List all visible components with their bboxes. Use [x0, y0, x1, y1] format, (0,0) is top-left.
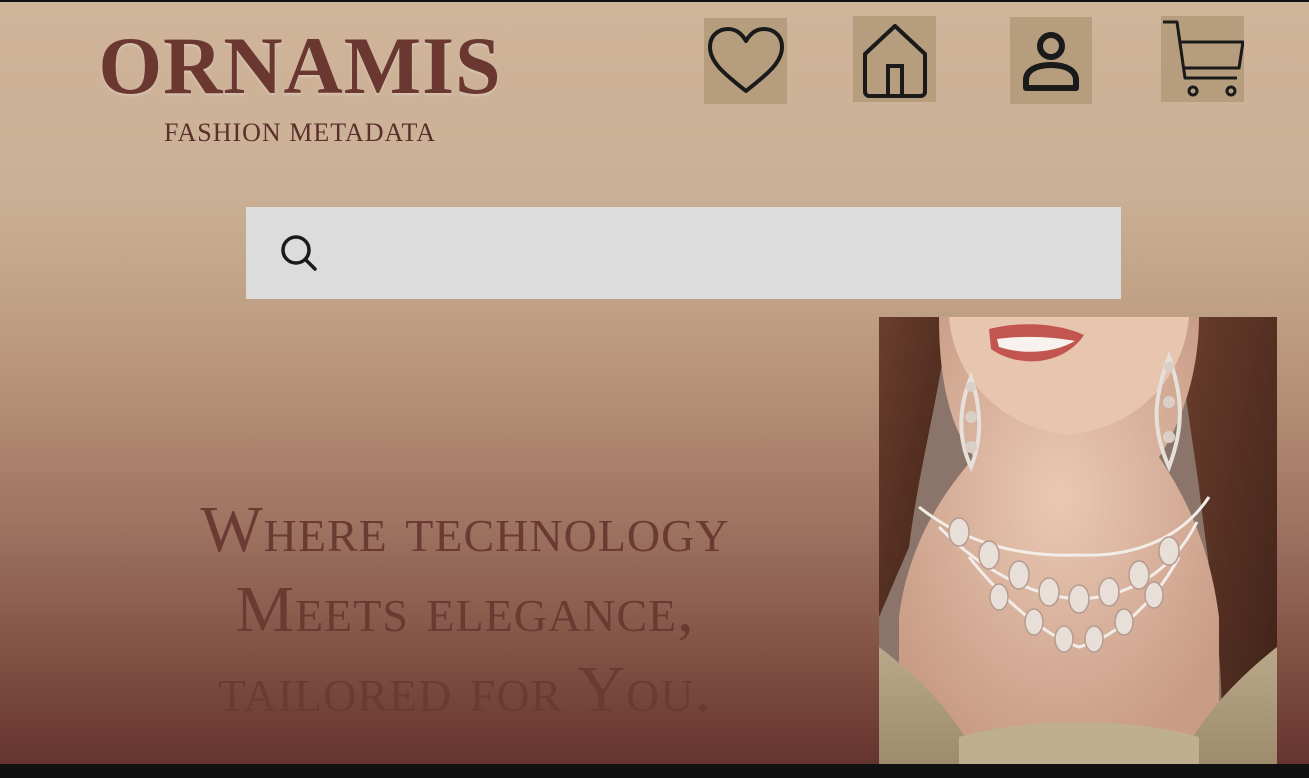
logo-text: ORNAMIS: [98, 20, 502, 111]
page: ORNAMIS FASHION METADATA Where technolog…: [0, 2, 1309, 764]
search-icon[interactable]: [279, 233, 319, 273]
bottom-bar: [0, 764, 1309, 778]
cart-button[interactable]: [1161, 16, 1244, 102]
brand-logo[interactable]: ORNAMIS FASHION METADATA: [80, 24, 520, 146]
headline-line-2: Meets elegance,: [235, 573, 695, 646]
headline-line-3: tailored for You.: [218, 653, 712, 726]
logo-subtitle: FASHION METADATA: [163, 118, 437, 147]
home-icon: [862, 24, 927, 98]
heart-icon: [707, 27, 784, 93]
hero-image: [879, 317, 1277, 764]
home-button[interactable]: [853, 16, 936, 102]
search-bar[interactable]: [246, 207, 1121, 299]
hero-headline: Where technology Meets elegance, tailore…: [100, 490, 830, 730]
wishlist-button[interactable]: [704, 18, 787, 104]
model-photo: [879, 317, 1277, 764]
cart-icon: [1163, 20, 1244, 97]
headline-line-1: Where technology: [200, 493, 730, 566]
user-icon: [1023, 31, 1079, 91]
search-input[interactable]: [339, 222, 1101, 284]
account-button[interactable]: [1010, 17, 1092, 104]
